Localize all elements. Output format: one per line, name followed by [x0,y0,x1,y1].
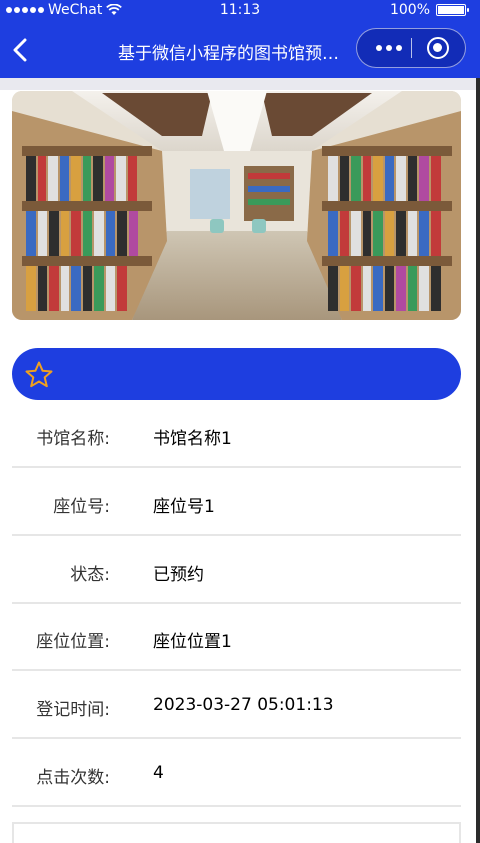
navigation-bar: 基于微信小程序的图书馆预约... [0,22,480,78]
mini-program-capsule [356,28,466,68]
page-title: 基于微信小程序的图书馆预约... [118,44,354,64]
favorite-bar [12,348,461,400]
battery-info: 100% [389,2,469,18]
detail-value: 座位位置1 [153,632,232,652]
detail-row-status: 状态: 已预约 [12,536,461,604]
detail-label: 座位号: [53,497,110,517]
more-button[interactable] [369,29,409,67]
detail-label: 点击次数: [36,768,110,788]
detail-label: 座位位置: [36,632,110,652]
detail-value: 4 [153,763,164,783]
detail-row-seat-location: 座位位置: 座位位置1 [12,603,461,671]
star-icon[interactable] [24,360,54,390]
battery-icon [436,4,469,16]
chevron-left-icon [13,38,27,62]
library-banner-image [12,91,461,320]
bottom-panel [12,822,461,843]
scrollbar [476,78,480,843]
detail-value: 2023-03-27 05:01:13 [153,695,334,715]
close-button[interactable] [427,37,449,59]
capsule-divider [411,38,412,58]
detail-value: 已预约 [153,565,204,585]
library-photo-icon [12,91,461,320]
status-bar: WeChat 11:13 100% [0,0,480,22]
battery-percent: 100% [389,2,430,18]
detail-row-click-count: 点击次数: 4 [12,739,461,807]
detail-value: 座位号1 [153,497,215,517]
detail-label: 状态: [70,565,110,585]
detail-row-seat-number: 座位号: 座位号1 [12,468,461,536]
detail-row-library-name: 书馆名称: 书馆名称1 [12,400,461,468]
detail-value: 书馆名称1 [153,429,232,449]
header-spacer [0,78,480,90]
detail-label: 书馆名称: [36,429,110,449]
detail-row-register-time: 登记时间: 2023-03-27 05:01:13 [12,671,461,739]
back-button[interactable] [6,34,34,66]
detail-label: 登记时间: [36,700,110,720]
